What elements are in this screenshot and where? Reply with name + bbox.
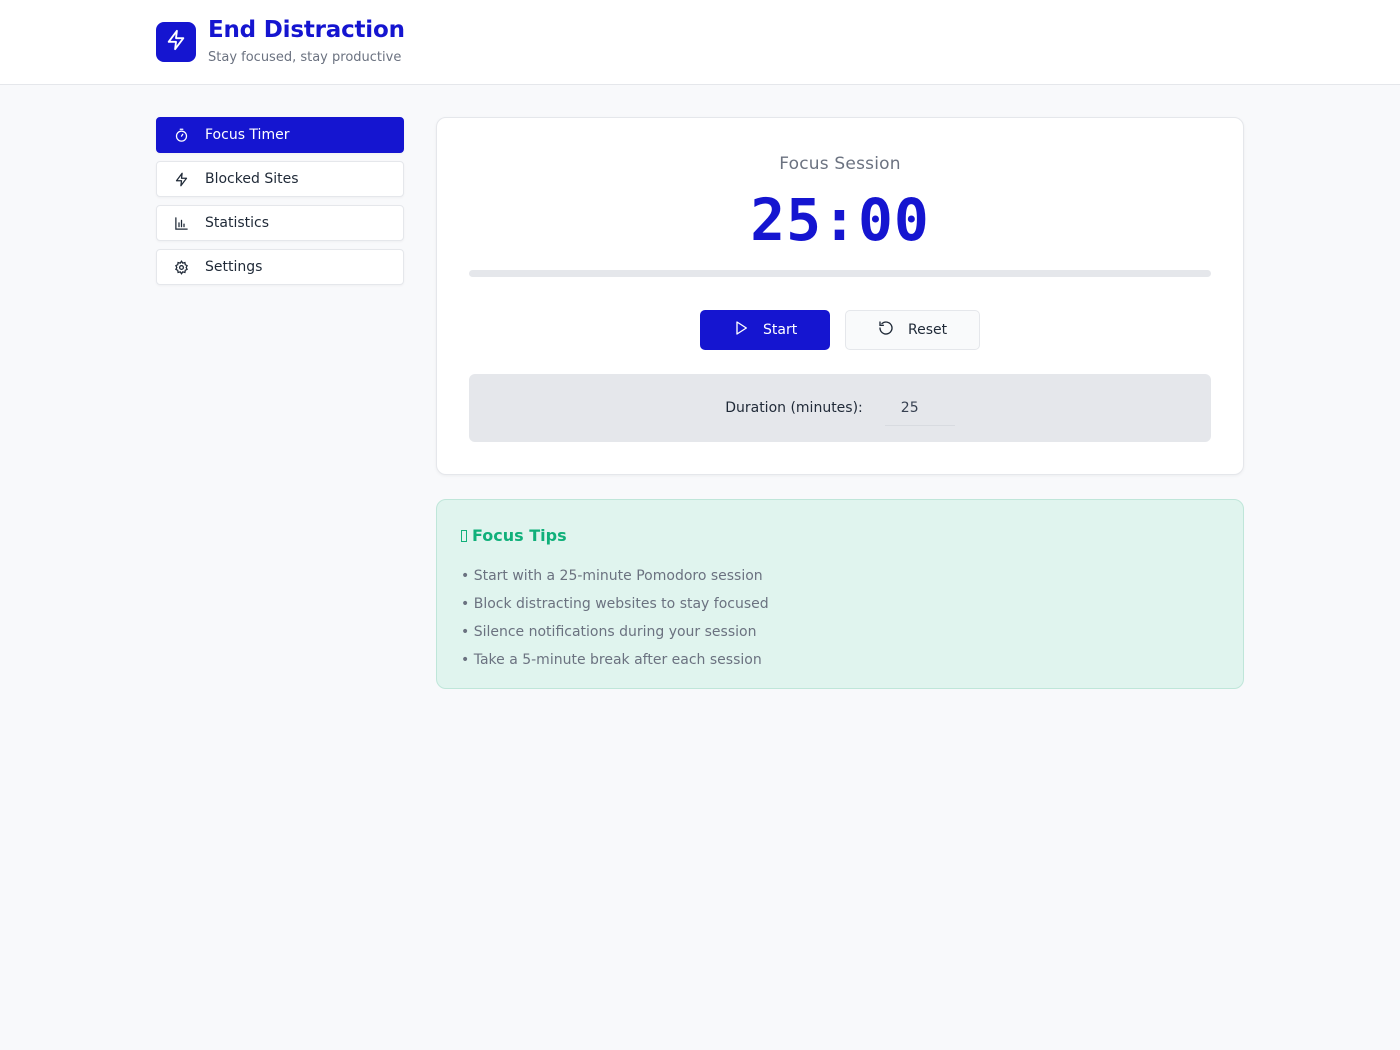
duration-label: Duration (minutes): xyxy=(725,400,863,416)
tips-title-text: Focus Tips xyxy=(472,526,567,545)
reset-button[interactable]: Reset xyxy=(845,310,980,350)
start-button[interactable]: Start xyxy=(700,310,830,350)
app-title: End Distraction xyxy=(208,17,405,43)
sidebar-item-settings[interactable]: Settings xyxy=(156,249,404,285)
gear-icon xyxy=(173,259,189,275)
bar-chart-icon xyxy=(173,215,189,231)
app-subtitle: Stay focused, stay productive xyxy=(208,50,402,65)
sidebar-item-focus-timer[interactable]: Focus Timer xyxy=(156,117,404,153)
app-header: End Distraction Stay focused, stay produ… xyxy=(0,0,1400,85)
duration-input[interactable] xyxy=(884,390,955,426)
list-item: • Block distracting websites to stay foc… xyxy=(461,596,769,612)
app-logo xyxy=(156,22,196,62)
sidebar-item-label: Focus Timer xyxy=(205,127,290,143)
sidebar-item-label: Blocked Sites xyxy=(205,171,299,187)
sidebar-item-label: Settings xyxy=(205,259,263,275)
duration-setting: Duration (minutes): xyxy=(469,374,1211,442)
list-item: • Start with a 25-minute Pomodoro sessio… xyxy=(461,568,763,584)
list-item: • Silence notifications during your sess… xyxy=(461,624,757,640)
focus-tips-card: Focus Tips • Start with a 25-minute Pomo… xyxy=(436,499,1244,689)
lightbulb-icon xyxy=(461,529,467,542)
sidebar-item-statistics[interactable]: Statistics xyxy=(156,205,404,241)
play-icon xyxy=(733,320,749,340)
lightning-icon xyxy=(173,171,189,187)
sidebar-nav: Focus Timer Blocked Sites Statistics Set… xyxy=(156,117,404,293)
start-button-label: Start xyxy=(763,322,798,338)
timer-icon xyxy=(173,127,189,143)
sidebar-item-label: Statistics xyxy=(205,215,269,231)
tips-title: Focus Tips xyxy=(461,526,567,545)
timer-display: 25:00 xyxy=(750,186,930,254)
tips-list: • Start with a 25-minute Pomodoro sessio… xyxy=(461,562,769,674)
progress-bar xyxy=(469,270,1211,277)
sidebar-item-blocked-sites[interactable]: Blocked Sites xyxy=(156,161,404,197)
focus-timer-card: Focus Session 25:00 Start Reset Duration… xyxy=(436,117,1244,475)
list-item: • Take a 5-minute break after each sessi… xyxy=(461,652,762,668)
reset-button-label: Reset xyxy=(908,322,948,338)
session-label: Focus Session xyxy=(779,154,901,174)
reset-icon xyxy=(878,320,894,340)
lightning-icon xyxy=(165,29,187,55)
